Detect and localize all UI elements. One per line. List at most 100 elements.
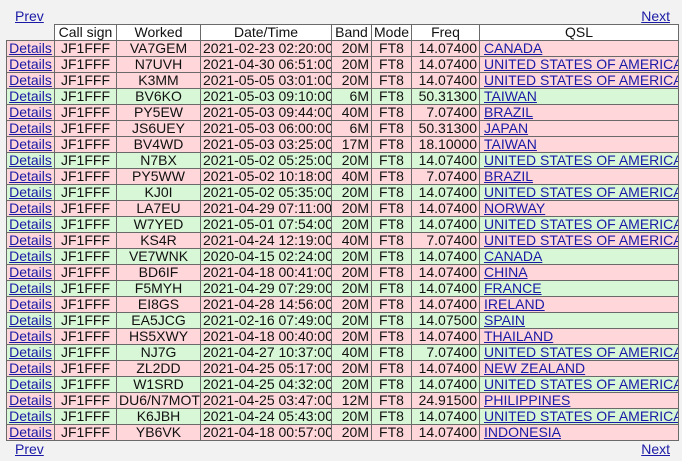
qsl-link[interactable]: UNITED STATES OF AMERICA <box>484 410 678 424</box>
qsl-link[interactable]: BRAZIL <box>484 106 533 120</box>
freq-cell: 50.31300 <box>411 88 480 105</box>
details-link[interactable]: Details <box>9 410 52 424</box>
details-link[interactable]: Details <box>9 394 52 408</box>
details-link[interactable]: Details <box>9 186 52 200</box>
qsl-link[interactable]: FRANCE <box>484 282 542 296</box>
qsl-cell: CHINA <box>479 264 679 281</box>
date-time-cell: 2021-04-18 00:57:00 <box>200 424 332 441</box>
qsl-link[interactable]: UNITED STATES OF AMERICA <box>484 346 678 360</box>
details-link[interactable]: Details <box>9 154 52 168</box>
worked-cell: W1SRD <box>116 376 201 393</box>
mode-cell: FT8 <box>371 408 412 425</box>
details-link[interactable]: Details <box>9 346 52 360</box>
details-link[interactable]: Details <box>9 122 52 136</box>
date-time-cell: 2021-04-29 07:11:00 <box>200 200 332 217</box>
qsl-link[interactable]: BRAZIL <box>484 170 533 184</box>
mode-cell: FT8 <box>371 40 412 57</box>
details-cell: Details <box>6 408 55 425</box>
qsl-link[interactable]: CANADA <box>484 250 542 264</box>
table-row: Details JF1FFF KS4R 2021-04-24 12:19:00 40M F… <box>6 232 679 249</box>
freq-cell: 14.07500 <box>411 312 480 329</box>
band-cell: 40M <box>331 232 372 249</box>
qsl-link[interactable]: SPAIN <box>484 314 525 328</box>
worked-cell: BV4WD <box>116 136 201 153</box>
freq-cell: 14.07400 <box>411 360 480 377</box>
details-link[interactable]: Details <box>9 42 52 56</box>
call-sign-cell: JF1FFF <box>54 264 117 281</box>
details-link[interactable]: Details <box>9 202 52 216</box>
freq-cell: 14.07400 <box>411 424 480 441</box>
qsl-link[interactable]: CANADA <box>484 42 542 56</box>
qsl-link[interactable]: UNITED STATES OF AMERICA <box>484 378 678 392</box>
call-sign-cell: JF1FFF <box>54 200 117 217</box>
qsl-cell: UNITED STATES OF AMERICA <box>479 344 679 361</box>
mode-cell: FT8 <box>371 232 412 249</box>
details-link[interactable]: Details <box>9 426 52 440</box>
details-link[interactable]: Details <box>9 378 52 392</box>
table-row: Details JF1FFF W1SRD 2021-04-25 04:32:00 20M… <box>6 376 679 393</box>
mode-cell: FT8 <box>371 168 412 185</box>
mode-cell: FT8 <box>371 152 412 169</box>
qsl-link[interactable]: UNITED STATES OF AMERICA <box>484 154 678 168</box>
call-sign-cell: JF1FFF <box>54 104 117 121</box>
qsl-link[interactable]: UNITED STATES OF AMERICA <box>484 218 678 232</box>
details-link[interactable]: Details <box>9 170 52 184</box>
details-link[interactable]: Details <box>9 106 52 120</box>
qsl-link[interactable]: THAILAND <box>484 330 553 344</box>
date-time-cell: 2021-04-29 07:29:00 <box>200 280 332 297</box>
call-sign-cell: JF1FFF <box>54 408 117 425</box>
qsl-link[interactable]: CHINA <box>484 266 528 280</box>
band-cell: 20M <box>331 184 372 201</box>
prev-link[interactable]: Prev <box>15 8 44 24</box>
details-link[interactable]: Details <box>9 282 52 296</box>
details-cell: Details <box>6 72 55 89</box>
qsl-link[interactable]: JAPAN <box>484 122 528 136</box>
qsl-link[interactable]: NEW ZEALAND <box>484 362 585 376</box>
qsl-link[interactable]: UNITED STATES OF AMERICA <box>484 58 678 72</box>
table-row: Details JF1FFF BD6IF 2021-04-18 00:41:00 20M… <box>6 264 679 281</box>
qsl-cell: CANADA <box>479 40 679 57</box>
details-link[interactable]: Details <box>9 90 52 104</box>
qsl-cell: NORWAY <box>479 200 679 217</box>
next-link[interactable]: Next <box>641 8 670 24</box>
date-time-cell: 2021-05-03 06:00:00 <box>200 120 332 137</box>
details-link[interactable]: Details <box>9 58 52 72</box>
qsl-link[interactable]: INDONESIA <box>484 426 561 440</box>
prev-link[interactable]: Prev <box>15 441 44 457</box>
details-link[interactable]: Details <box>9 138 52 152</box>
qsl-cell: UNITED STATES OF AMERICA <box>479 376 679 393</box>
details-link[interactable]: Details <box>9 314 52 328</box>
details-link[interactable]: Details <box>9 250 52 264</box>
details-link[interactable]: Details <box>9 266 52 280</box>
qsl-link[interactable]: TAIWAN <box>484 138 537 152</box>
details-link[interactable]: Details <box>9 330 52 344</box>
table-row: Details JF1FFF JS6UEY 2021-05-03 06:00:00 6M… <box>6 120 679 137</box>
qsl-link[interactable]: NORWAY <box>484 202 545 216</box>
details-link[interactable]: Details <box>9 74 52 88</box>
call-sign-cell: JF1FFF <box>54 392 117 409</box>
details-cell: Details <box>6 312 55 329</box>
qsl-cell: UNITED STATES OF AMERICA <box>479 216 679 233</box>
freq-cell: 7.07400 <box>411 232 480 249</box>
qsl-link[interactable]: IRELAND <box>484 298 545 312</box>
mode-cell: FT8 <box>371 424 412 441</box>
details-link[interactable]: Details <box>9 218 52 232</box>
details-link[interactable]: Details <box>9 298 52 312</box>
qsl-link[interactable]: UNITED STATES OF AMERICA <box>484 186 678 200</box>
qsl-link[interactable]: UNITED STATES OF AMERICA <box>484 234 678 248</box>
worked-cell: HS5XWY <box>116 328 201 345</box>
header-qsl: QSL <box>479 24 679 41</box>
table-row: Details JF1FFF PY5EW 2021-05-03 09:44:00 40M… <box>6 104 679 121</box>
qsl-link[interactable]: UNITED STATES OF AMERICA <box>484 74 678 88</box>
freq-cell: 14.07400 <box>411 56 480 73</box>
worked-cell: N7BX <box>116 152 201 169</box>
qsl-link[interactable]: PHILIPPINES <box>484 394 570 408</box>
details-link[interactable]: Details <box>9 362 52 376</box>
next-link[interactable]: Next <box>641 441 670 457</box>
details-link[interactable]: Details <box>9 234 52 248</box>
details-cell: Details <box>6 88 55 105</box>
qsl-cell: THAILAND <box>479 328 679 345</box>
freq-cell: 14.07400 <box>411 264 480 281</box>
qsl-cell: BRAZIL <box>479 104 679 121</box>
qsl-link[interactable]: TAIWAN <box>484 90 537 104</box>
